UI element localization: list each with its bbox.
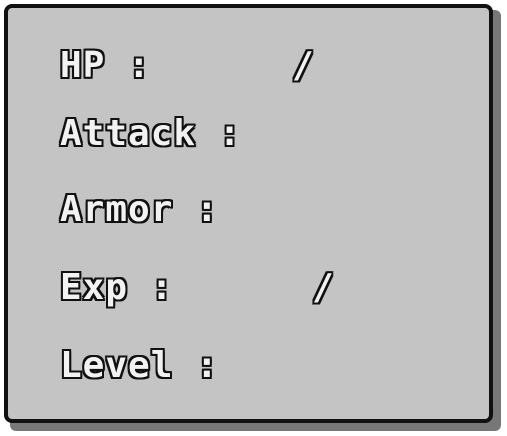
hp-separator: / [291, 44, 315, 87]
level-label: Level : [59, 344, 219, 387]
level-row: Level : [59, 344, 460, 388]
hp-row: HP : / [59, 44, 460, 88]
armor-label: Armor : [59, 188, 219, 231]
exp-label: Exp : [59, 266, 174, 309]
exp-separator: / [311, 266, 335, 309]
exp-row: Exp : / [59, 266, 460, 310]
attack-row: Attack : [59, 112, 460, 156]
hp-label: HP : [59, 44, 151, 87]
attack-label: Attack : [59, 112, 242, 155]
stats-panel: HP : / Attack : Armor : Exp : / Level : [4, 4, 493, 423]
armor-row: Armor : [59, 188, 460, 232]
